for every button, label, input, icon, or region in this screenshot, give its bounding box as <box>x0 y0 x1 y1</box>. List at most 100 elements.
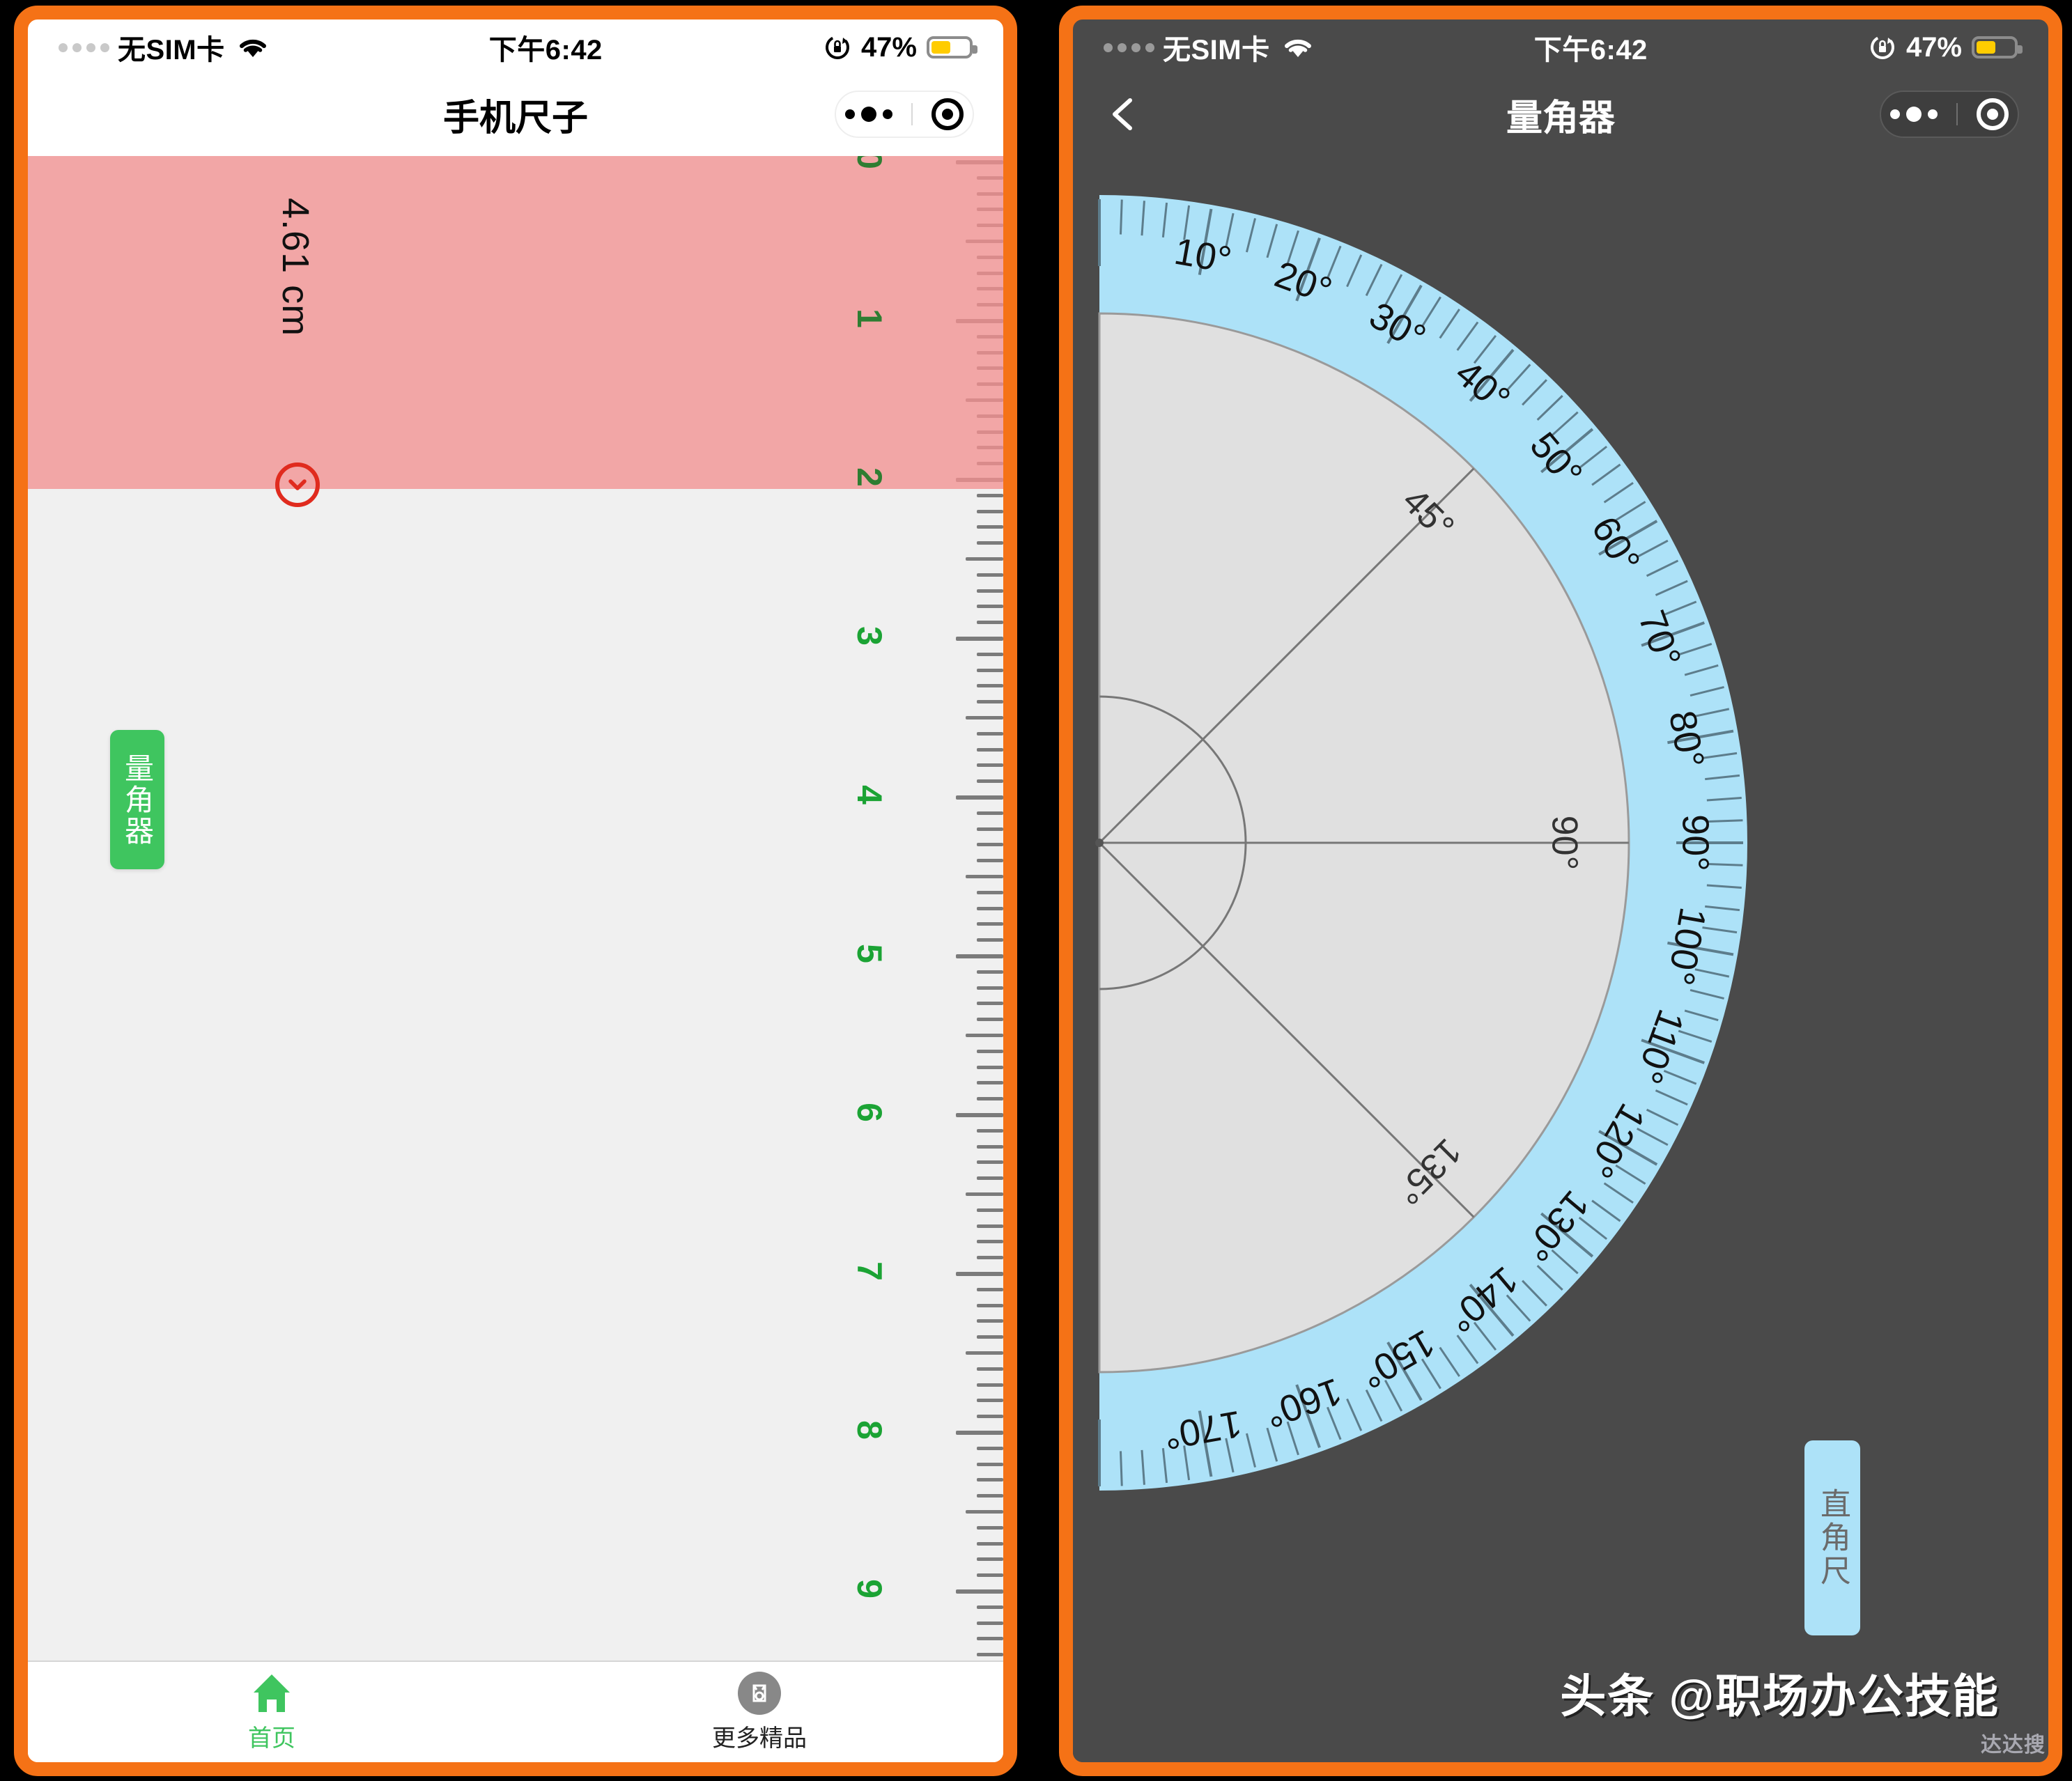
miniprogram-capsule[interactable] <box>1880 91 2019 138</box>
open-protractor-button[interactable]: 量角器 <box>110 730 164 869</box>
ruler-tick <box>977 1160 1003 1165</box>
chevron-down-circle-icon[interactable] <box>275 462 320 507</box>
clock-label: 下午6:42 <box>488 35 603 65</box>
ruler-tick <box>977 1446 1003 1450</box>
tab-home[interactable]: 首页 <box>28 1662 516 1762</box>
ruler-number: 4 <box>849 785 889 804</box>
ruler-tick <box>977 208 1003 212</box>
battery-percent-label: 47% <box>1905 31 1962 63</box>
ruler-tick <box>977 1097 1003 1101</box>
ruler-tick <box>977 493 1003 497</box>
left-nav-bar: 手机尺子 <box>28 75 1003 153</box>
clock-label: 下午6:42 <box>1533 35 1648 65</box>
ruler-tick <box>956 795 1003 800</box>
ruler-tick <box>977 1303 1003 1307</box>
ruler-tick <box>977 382 1003 387</box>
ruler-tick <box>977 1144 1003 1149</box>
ruler-number: 3 <box>849 626 889 646</box>
battery-percent-label: 47% <box>860 31 917 63</box>
tab-more-apps[interactable]: 更多精品 <box>516 1662 1003 1762</box>
protractor-tick <box>1120 199 1123 235</box>
protractor-canvas[interactable]: 10° 20° 30° 40° 50° 60° 70° 80° 90° 100° 110° 120° 1… <box>1073 153 2048 1762</box>
ellipsis-icon[interactable] <box>845 107 893 122</box>
ruler-tick <box>977 1637 1003 1641</box>
ruler-tick <box>977 541 1003 545</box>
ruler-tick <box>977 1287 1003 1291</box>
ruler-tick <box>977 1399 1003 1403</box>
ruler-tick <box>977 1240 1003 1244</box>
ruler-tick <box>977 1415 1003 1419</box>
open-square-ruler-button[interactable]: 直角尺 <box>1804 1440 1860 1635</box>
ruler-tick <box>977 1605 1003 1609</box>
ruler-tick <box>977 1478 1003 1482</box>
open-protractor-label: 量角器 <box>121 752 154 847</box>
status-right: 47% <box>824 31 977 63</box>
ruler-tick <box>966 1510 1003 1514</box>
ruler-tick <box>977 1335 1003 1339</box>
right-status-bar: 无SIM卡 下午6:42 47% <box>1073 20 2048 75</box>
ruler-tick <box>977 589 1003 593</box>
protractor-inner-label: 90° <box>1544 816 1584 871</box>
measurement-value-label: 4.61 cm <box>275 198 316 337</box>
left-status-bar: 无SIM卡 下午6:42 47% <box>28 20 1003 75</box>
ruler-tick <box>977 1525 1003 1530</box>
wifi-icon <box>238 36 268 59</box>
ruler-tick <box>977 938 1003 942</box>
ruler-tick <box>977 287 1003 291</box>
ruler-tick <box>956 1589 1003 1594</box>
ruler-tick <box>977 668 1003 672</box>
ruler-tick <box>966 875 1003 878</box>
ruler-number: 6 <box>849 1103 889 1122</box>
capsule-divider <box>1956 103 1958 125</box>
ruler-tick <box>977 906 1003 910</box>
ruler-tick <box>977 731 1003 736</box>
capsule-divider <box>911 103 913 125</box>
target-icon[interactable] <box>1976 98 2009 130</box>
ruler-tick <box>977 525 1003 529</box>
ruler-tick <box>977 1462 1003 1466</box>
ruler-tick <box>977 747 1003 752</box>
ruler-tick <box>977 763 1003 768</box>
ruler-tick <box>956 1431 1003 1435</box>
ruler-tick <box>977 366 1003 371</box>
ruler-tick <box>977 1128 1003 1133</box>
ruler-tick <box>966 1351 1003 1355</box>
ellipsis-icon[interactable] <box>1890 107 1938 122</box>
ruler-tick <box>966 1192 1003 1196</box>
ruler-tick <box>977 1557 1003 1562</box>
phone-right-protractor-app: 无SIM卡 下午6:42 47% 量角器 10° 20° 30° 40° 50°… <box>1059 6 2062 1776</box>
protractor-graphic[interactable]: 10° 20°30°40°50°60°70°80°90°100°110°120°1… <box>1073 153 2048 1762</box>
more-apps-icon <box>738 1671 781 1715</box>
ruler-tick <box>977 700 1003 704</box>
ruler-scale: 0 1 2 3 4 5 6 7 8 9 <box>850 156 1003 1662</box>
ruler-tick <box>977 573 1003 577</box>
ruler-tick <box>966 557 1003 561</box>
home-icon <box>250 1672 293 1715</box>
status-left-dark: 无SIM卡 <box>1104 27 1313 68</box>
battery-icon <box>1972 36 2023 59</box>
signal-dots-icon <box>1104 42 1154 52</box>
ruler-canvas[interactable]: 4.61 cm 0 1 2 3 4 5 6 7 8 9 量角器 <box>28 156 1003 1662</box>
ruler-number: 2 <box>849 467 889 487</box>
carrier-label: 无SIM卡 <box>118 35 225 65</box>
ruler-tick <box>956 160 1003 164</box>
ruler-tick <box>977 271 1003 275</box>
ruler-tick <box>977 827 1003 831</box>
ruler-tick <box>977 1208 1003 1212</box>
ruler-tick <box>956 1113 1003 1117</box>
ruler-tick <box>956 637 1003 641</box>
miniprogram-capsule[interactable] <box>835 91 974 138</box>
carrier-label: 无SIM卡 <box>1163 35 1270 65</box>
ruler-tick <box>977 843 1003 847</box>
tab-home-label: 首页 <box>248 1725 295 1752</box>
ruler-tick <box>977 176 1003 180</box>
phone-left-ruler-app: 无SIM卡 下午6:42 47% 手机尺子 4.61 cm 0 1 2 3 4 … <box>14 6 1017 1776</box>
target-icon[interactable] <box>931 98 964 130</box>
ruler-tick <box>977 1081 1003 1085</box>
ruler-tick <box>977 350 1003 355</box>
ruler-tick <box>977 970 1003 974</box>
protractor-pivot <box>1095 839 1104 847</box>
ruler-number: 1 <box>849 309 889 328</box>
ruler-tick <box>977 430 1003 434</box>
ruler-tick <box>966 716 1003 720</box>
